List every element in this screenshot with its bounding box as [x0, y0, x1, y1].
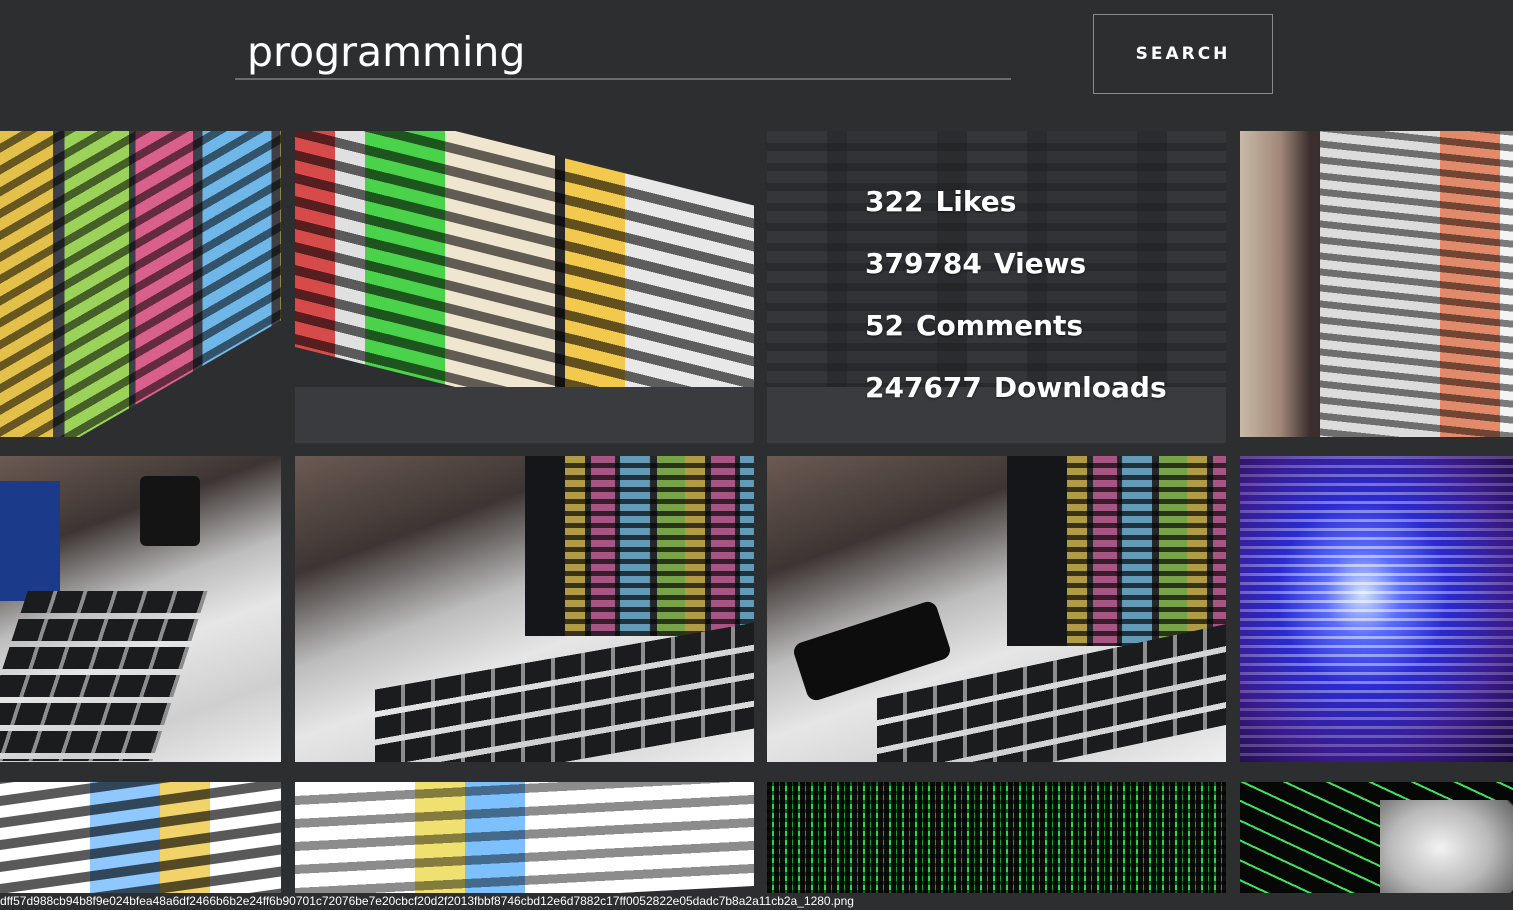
laptop-screen [1320, 131, 1513, 437]
image-stats: 322 Likes 379784 Views 52 Comments 247677 Do… [865, 171, 1167, 419]
likes-stat: 322 Likes [865, 171, 1167, 233]
image-tile-laptop-editor-1[interactable] [295, 456, 754, 762]
search-button[interactable]: SEARCH [1093, 14, 1273, 94]
image-tile-code-1[interactable] [0, 131, 281, 437]
keyboard-photo [375, 622, 754, 762]
search-input[interactable] [235, 26, 1011, 80]
image-tile-matrix-mask[interactable] [1240, 782, 1513, 910]
laptop-screen [1007, 456, 1226, 646]
downloads-stat: 247677 Downloads [865, 357, 1167, 419]
image-grid: 322 Likes 379784 Views 52 Comments 247677 Do… [0, 131, 1513, 910]
comments-stat: 52 Comments [865, 295, 1167, 357]
image-tile-laptop-editor-2[interactable] [767, 456, 1226, 762]
views-stat: 379784 Views [865, 233, 1167, 295]
image-tile-code-3[interactable] [0, 782, 281, 910]
image-tile-code-4[interactable] [295, 782, 754, 910]
comments-count: 52 [865, 309, 904, 342]
likes-count: 322 [865, 185, 924, 218]
comments-label: Comments [915, 309, 1084, 342]
image-tile-laptop-code[interactable] [1240, 131, 1513, 437]
screen-code [565, 456, 754, 636]
image-tile-blue-code[interactable] [1240, 456, 1513, 762]
screen-code [1067, 456, 1226, 646]
views-label: Views [993, 247, 1087, 280]
search-bar: SEARCH [0, 0, 1513, 120]
image-tile-code-2[interactable] [295, 131, 754, 443]
code-photo [0, 131, 281, 437]
mug-photo [140, 476, 200, 546]
code-photo [295, 782, 754, 910]
tile-footer [295, 387, 754, 443]
laptop-screen [0, 481, 60, 601]
downloads-count: 247677 [865, 371, 982, 404]
code-photo [0, 782, 281, 910]
matrix-photo [767, 782, 1226, 910]
keyboard-photo [0, 591, 208, 761]
downloads-label: Downloads [993, 371, 1167, 404]
image-tile-matrix[interactable] [767, 782, 1226, 910]
image-filename: dff57d988cb94b8f9e024bfea48a6df2466b6b2e… [0, 893, 1513, 910]
image-tile-laptop-mug[interactable] [0, 456, 281, 762]
likes-label: Likes [935, 185, 1017, 218]
laptop-screen [525, 456, 754, 636]
views-count: 379784 [865, 247, 982, 280]
zoom-lines [1240, 456, 1513, 762]
image-tile-hovered[interactable]: 322 Likes 379784 Views 52 Comments 247677 Do… [767, 131, 1226, 443]
